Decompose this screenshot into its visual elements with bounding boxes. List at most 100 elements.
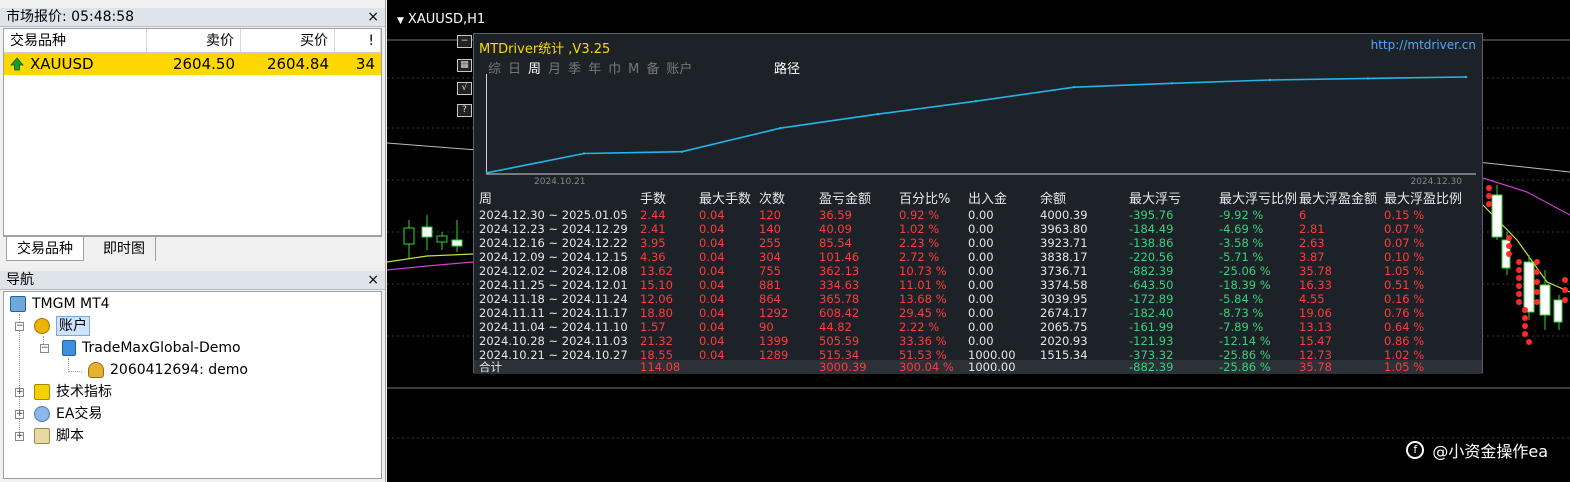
table-cell: -7.89 %: [1219, 320, 1264, 334]
table-cell: 0.04: [699, 306, 725, 320]
table-cell: 40.09: [819, 222, 852, 236]
table-cell: 0.04: [699, 334, 725, 348]
table-cell: 16.33: [1299, 278, 1332, 292]
minimize-icon[interactable]: −: [457, 35, 472, 48]
equity-point-8: [1268, 78, 1272, 82]
table-cell: 2024.12.09 ~ 2024.12.15: [479, 250, 628, 264]
navigator-tree: TMGM MT4 − 账户 − TradeMaxGlobal-Demo 2060…: [3, 291, 382, 479]
table-cell: 0.07 %: [1384, 222, 1425, 236]
tree-item-label: 账户: [56, 316, 90, 336]
table-cell: -182.40: [1129, 306, 1174, 320]
tab-symbols[interactable]: 交易品种: [6, 237, 84, 261]
dropdown-triangle-icon[interactable]: ▼: [397, 16, 404, 26]
table-cell: 13.13: [1299, 320, 1332, 334]
table-cell: 2024.12.23 ~ 2024.12.29: [479, 222, 628, 236]
tree-item-expert-advisors[interactable]: EA交易: [34, 404, 102, 424]
tree-item-scripts[interactable]: 脚本: [34, 426, 84, 446]
help-icon[interactable]: ?: [457, 104, 472, 117]
market-watch: 交易品种 卖价 买价 ! XAUUSD 2604.50 2604.84 34: [3, 28, 382, 236]
server-icon: [62, 340, 76, 356]
table-cell: 2.23 %: [899, 236, 940, 250]
expand-icon[interactable]: +: [15, 388, 24, 397]
navigator-title: 导航: [6, 272, 34, 288]
table-cell: 1.02 %: [899, 222, 940, 236]
table-cell: 3923.71: [1040, 236, 1088, 250]
weekly-stats-table: 周 手数 最大手数 次数 盈亏金额 百分比% 出入金 余额 最大浮亏 最大浮亏比例 最大浮盈金额 最大…: [474, 192, 1482, 362]
table-row[interactable]: XAUUSD 2604.50 2604.84 34: [4, 53, 381, 75]
table-cell: -9.92 %: [1219, 208, 1264, 222]
table-cell: 2.22 %: [899, 320, 940, 334]
total-cell: 35.78: [1299, 360, 1332, 374]
tree-item-server[interactable]: TradeMaxGlobal-Demo: [62, 338, 241, 358]
table-cell: -4.69 %: [1219, 222, 1264, 236]
table-cell: -882.39: [1129, 264, 1174, 278]
table-cell: 2.72 %: [899, 250, 940, 264]
table-row: 2024.12.16 ~ 2024.12.22 3.95 0.04 255 85.54 2…: [474, 236, 1482, 250]
table-cell: 35.78: [1299, 264, 1332, 278]
expand-icon[interactable]: +: [15, 432, 24, 441]
table-cell: -5.71 %: [1219, 250, 1264, 264]
column-header-bid[interactable]: 卖价: [147, 29, 241, 52]
table-row: 2024.12.09 ~ 2024.12.15 4.36 0.04 304 101.46…: [474, 250, 1482, 264]
table-cell: 334.63: [819, 278, 860, 292]
tree-item-label: TradeMaxGlobal-Demo: [82, 340, 241, 356]
chart-symbol: XAUUSD,H1: [407, 12, 486, 27]
table-cell: 6: [1299, 208, 1307, 222]
chart-symbol-label: ▼ XAUUSD,H1: [397, 12, 485, 27]
equity-point-4: [876, 112, 880, 116]
table-cell: -643.50: [1129, 278, 1174, 292]
table-cell: 4000.39: [1040, 208, 1088, 222]
table-cell: 2024.12.02 ~ 2024.12.08: [479, 264, 628, 278]
table-cell: -395.76: [1129, 208, 1174, 222]
table-row: 2024.12.23 ~ 2024.12.29 2.41 0.04 140 40.09 1…: [474, 222, 1482, 236]
price-chart[interactable]: ▼ XAUUSD,H1 − ▦ √ ? MTDriver统计 ,V3.25 htt…: [387, 0, 1570, 482]
table-cell: 0.04: [699, 208, 725, 222]
tree-item-accounts[interactable]: 账户: [34, 316, 90, 336]
column-header-spread[interactable]: !: [335, 29, 381, 52]
collapse-icon[interactable]: −: [15, 322, 24, 331]
tree-item-account[interactable]: 2060412694: demo: [88, 360, 248, 380]
table-cell: 3374.58: [1040, 278, 1088, 292]
table-cell: 11.01 %: [899, 278, 947, 292]
table-cell: 304: [759, 250, 781, 264]
table-cell: 2.44: [640, 208, 666, 222]
table-cell: 0.00: [968, 222, 994, 236]
table-cell: 0.86 %: [1384, 334, 1425, 348]
table-cell: 2.41: [640, 222, 666, 236]
table-cell: 2024.11.04 ~ 2024.11.10: [479, 320, 628, 334]
table-row: 2024.10.28 ~ 2024.11.03 21.32 0.04 1399 505.…: [474, 334, 1482, 348]
expand-icon[interactable]: +: [15, 410, 24, 419]
total-cell: 300.04 %: [899, 360, 954, 374]
market-watch-titlebar: 市场报价: 05:48:58 ×: [0, 8, 385, 27]
table-cell: 0.00: [968, 334, 994, 348]
image-icon[interactable]: ▦: [457, 59, 472, 72]
table-cell: 36.59: [819, 208, 852, 222]
table-cell: 85.54: [819, 236, 852, 250]
table-cell: 19.06: [1299, 306, 1332, 320]
table-cell: 90: [759, 320, 774, 334]
tab-tick-chart[interactable]: 即时图: [93, 237, 156, 261]
table-cell: -25.06 %: [1219, 264, 1271, 278]
watermark-text: @小资金操作ea: [1432, 442, 1548, 461]
collapse-icon[interactable]: −: [40, 344, 49, 353]
column-header-ask[interactable]: 买价: [241, 29, 335, 52]
panel-url-link[interactable]: http://mtdriver.cn: [1371, 38, 1476, 52]
tree-item-platform[interactable]: TMGM MT4: [10, 294, 110, 314]
table-cell: 4.55: [1299, 292, 1325, 306]
column-header: 余额: [1040, 192, 1067, 207]
table-cell: 0.04: [699, 250, 725, 264]
tree-item-label: 脚本: [56, 428, 84, 444]
table-cell: 13.62: [640, 264, 673, 278]
table-cell: 2674.17: [1040, 306, 1088, 320]
close-icon[interactable]: ×: [367, 271, 379, 290]
equity-line: [486, 76, 1467, 174]
column-header-symbol[interactable]: 交易品种: [4, 29, 147, 52]
table-cell: 0.76 %: [1384, 306, 1425, 320]
equity-point-6: [1072, 85, 1076, 89]
curve-icon[interactable]: √: [457, 82, 472, 95]
close-icon[interactable]: ×: [367, 8, 379, 27]
tree-item-indicators[interactable]: 技术指标: [34, 382, 112, 402]
total-cell: 1000.00: [968, 360, 1016, 374]
total-cell: 1.05 %: [1384, 360, 1425, 374]
table-cell: -12.14 %: [1219, 334, 1271, 348]
